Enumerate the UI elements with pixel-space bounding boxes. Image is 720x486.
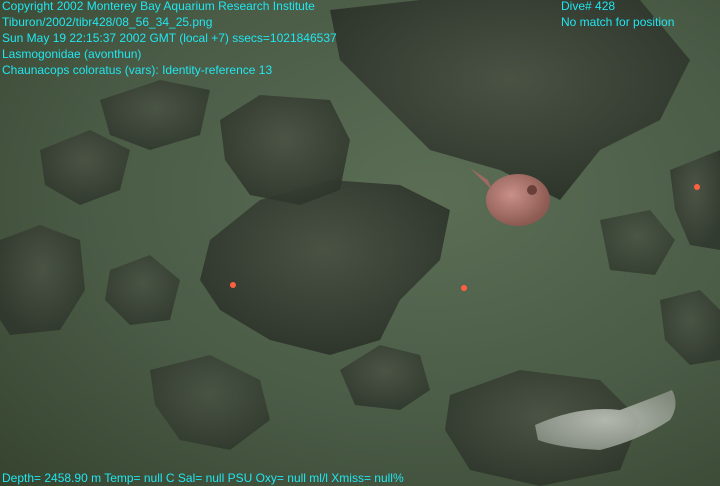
filename-line: Tiburon/2002/tibr428/08_56_34_25.png	[2, 15, 213, 29]
rock-upper-middle	[220, 95, 350, 205]
datetime-line: Sun May 19 22:15:37 2002 GMT (local +7) …	[2, 31, 337, 45]
overlay-sensor-readout: Depth= 2458.90 m Temp= null C Sal= null …	[2, 471, 404, 485]
rock-left-1	[40, 130, 130, 205]
rock-center	[200, 180, 450, 355]
laser-dot-2	[461, 285, 467, 291]
rock-right-mid	[600, 210, 675, 275]
rock-left-2	[100, 80, 210, 150]
overlay-top-left: Copyright 2002 Monterey Bay Aquarium Res…	[2, 0, 337, 78]
rock-right-edge	[670, 150, 720, 250]
video-frame: Copyright 2002 Monterey Bay Aquarium Res…	[0, 0, 720, 486]
rock-top-right	[330, 0, 690, 200]
position-status: No match for position	[561, 15, 675, 29]
rock-left-4	[105, 255, 180, 325]
overlay-top-right: Dive# 428 No match for position	[561, 0, 674, 30]
species-line: Chaunacops coloratus (vars): Identity-re…	[2, 63, 273, 77]
copyright-line: Copyright 2002 Monterey Bay Aquarium Res…	[2, 0, 315, 13]
dive-number: Dive# 428	[561, 0, 616, 13]
rock-lower-left	[150, 355, 270, 450]
rock-right-lower	[660, 290, 720, 365]
family-line: Lasmogonidae (avonthun)	[2, 47, 142, 61]
laser-dot-1	[230, 282, 236, 288]
rock-lower-mid	[340, 345, 430, 410]
laser-dot-3	[694, 184, 700, 190]
rock-left-3	[0, 225, 85, 335]
